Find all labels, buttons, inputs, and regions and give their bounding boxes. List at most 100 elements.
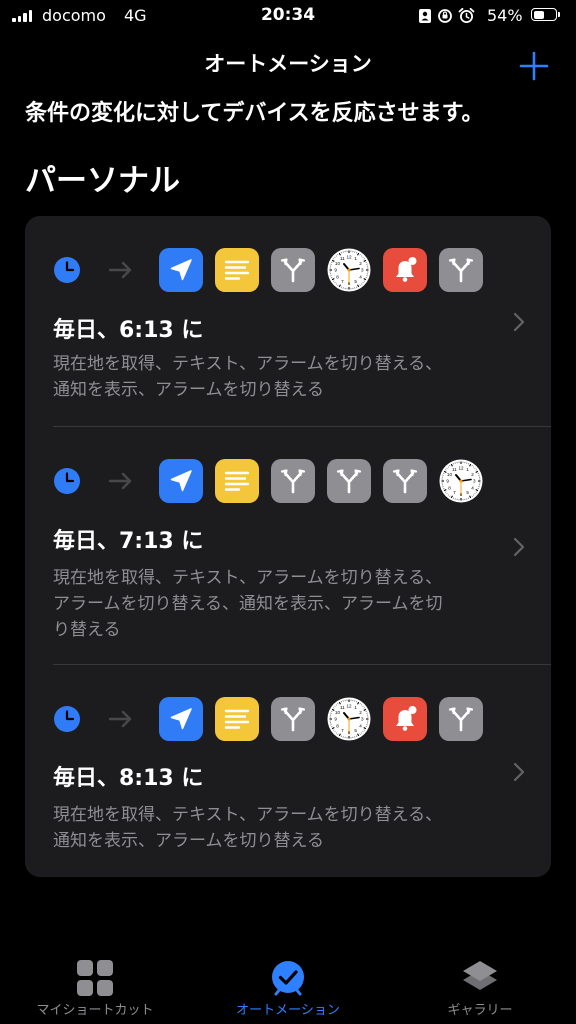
- svg-text:9: 9: [334, 717, 337, 722]
- automation-description: 現在地を取得、テキスト、アラームを切り替える、 通知を表示、アラームを切り替える: [53, 802, 493, 854]
- description-line: り替える: [53, 620, 121, 640]
- svg-text:3: 3: [361, 717, 364, 722]
- svg-text:12: 12: [458, 465, 464, 470]
- text-icon: [215, 697, 259, 741]
- alarm-clock-icon: 123456789101112: [327, 248, 371, 292]
- description-line: 現在地を取得、テキスト、アラームを切り替える、: [53, 805, 443, 825]
- branch-icon: [271, 248, 315, 292]
- text-icon: [215, 459, 259, 503]
- automation-row[interactable]: 123456789101112 毎日、7:13 に 現在地を取得、テキスト、アラ…: [25, 427, 551, 665]
- tab-gallery[interactable]: ギャラリー: [400, 944, 560, 1024]
- tab-my-shortcuts[interactable]: マイショートカット: [15, 944, 175, 1024]
- svg-text:9: 9: [334, 268, 337, 273]
- svg-text:12: 12: [346, 254, 352, 259]
- svg-text:11: 11: [340, 705, 345, 710]
- svg-text:12: 12: [346, 703, 352, 708]
- svg-text:7: 7: [341, 728, 344, 733]
- svg-text:7: 7: [453, 490, 456, 495]
- plus-icon: [519, 51, 549, 81]
- branch-icon: [271, 697, 315, 741]
- chevron-right-icon: [513, 312, 525, 332]
- svg-text:2: 2: [359, 710, 362, 715]
- svg-text:5: 5: [354, 728, 357, 733]
- chevron-right-icon: [513, 537, 525, 557]
- location-icon: [159, 459, 203, 503]
- automation-time: 毎日、6:13 に: [53, 318, 204, 343]
- description-line: 現在地を取得、テキスト、アラームを切り替える、: [53, 354, 443, 374]
- automation-description: 現在地を取得、テキスト、アラームを切り替える、 アラームを切り替える、通知を表示…: [53, 565, 493, 643]
- clock-icon: [53, 467, 81, 495]
- svg-text:8: 8: [448, 485, 451, 490]
- gallery-layers-icon: [463, 961, 497, 990]
- status-bar: docomo 4G 20:34 54%: [0, 0, 576, 34]
- description-line: 通知を表示、アラームを切り替える: [53, 380, 324, 400]
- notification-bell-icon: [383, 248, 427, 292]
- page-title: オートメーション: [204, 52, 372, 76]
- svg-text:11: 11: [340, 256, 345, 261]
- description-line: 通知を表示、アラームを切り替える: [53, 831, 324, 851]
- automation-time: 毎日、8:13 に: [53, 766, 204, 791]
- clock-icon: [53, 256, 81, 284]
- svg-text:8: 8: [336, 723, 339, 728]
- svg-text:5: 5: [466, 490, 469, 495]
- description-line: 現在地を取得、テキスト、アラームを切り替える、: [53, 568, 443, 588]
- svg-text:1: 1: [354, 705, 357, 710]
- tab-automation[interactable]: オートメーション: [208, 944, 368, 1024]
- tab-bar: マイショートカット オートメーション ギャラリー: [0, 944, 576, 1024]
- alarm-clock-icon: 123456789101112: [327, 697, 371, 741]
- tab-label: マイショートカット: [36, 1003, 154, 1018]
- svg-text:7: 7: [341, 279, 344, 284]
- svg-text:1: 1: [466, 467, 469, 472]
- automation-row[interactable]: 123456789101112 毎日、8:13 に 現在地を取得、テキスト、アラ…: [25, 665, 551, 877]
- rotation-lock-icon: [438, 8, 452, 23]
- arrow-right-icon: [108, 258, 134, 282]
- svg-text:5: 5: [354, 279, 357, 284]
- battery-percentage: 54%: [487, 6, 523, 25]
- svg-text:2: 2: [359, 261, 362, 266]
- svg-text:3: 3: [473, 479, 476, 484]
- arrow-right-icon: [108, 707, 134, 731]
- notification-bell-icon: [383, 697, 427, 741]
- portrait-lock-icon: [419, 8, 431, 23]
- branch-icon: [439, 248, 483, 292]
- location-icon: [159, 697, 203, 741]
- add-automation-button[interactable]: [516, 48, 552, 84]
- alarm-clock-icon: 123456789101112: [439, 459, 483, 503]
- automation-list: 123456789101112 毎日、6:13 に 現在地を取得、テキスト、アラ…: [25, 216, 551, 877]
- svg-text:4: 4: [359, 274, 362, 279]
- tab-label: オートメーション: [236, 1003, 340, 1018]
- alarm-icon: [458, 7, 475, 23]
- section-title: パーソナル: [25, 163, 180, 199]
- branch-icon: [271, 459, 315, 503]
- branch-icon: [327, 459, 371, 503]
- automation-time: 毎日、7:13 に: [53, 529, 204, 554]
- description-line: アラームを切り替える、通知を表示、アラームを切: [53, 594, 443, 614]
- svg-text:2: 2: [471, 472, 474, 477]
- clock-icon: [53, 705, 81, 733]
- svg-text:4: 4: [359, 723, 362, 728]
- svg-text:10: 10: [335, 261, 341, 266]
- svg-text:4: 4: [471, 485, 474, 490]
- text-icon: [215, 248, 259, 292]
- svg-text:11: 11: [452, 467, 457, 472]
- svg-text:9: 9: [446, 479, 449, 484]
- automation-row[interactable]: 123456789101112 毎日、6:13 に 現在地を取得、テキスト、アラ…: [25, 216, 551, 427]
- page-subtitle: 条件の変化に対してデバイスを反応させます。: [25, 101, 484, 126]
- arrow-right-icon: [108, 469, 134, 493]
- svg-text:3: 3: [361, 268, 364, 273]
- branch-icon: [383, 459, 427, 503]
- svg-text:10: 10: [447, 472, 453, 477]
- grid-icon: [77, 960, 113, 996]
- battery-icon: [531, 8, 560, 21]
- svg-text:8: 8: [336, 274, 339, 279]
- status-icons: [418, 7, 475, 24]
- branch-icon: [439, 697, 483, 741]
- svg-text:1: 1: [354, 256, 357, 261]
- battery-fill: [533, 10, 545, 19]
- svg-text:10: 10: [335, 710, 341, 715]
- tab-label: ギャラリー: [447, 1003, 513, 1018]
- chevron-right-icon: [513, 762, 525, 782]
- location-icon: [159, 248, 203, 292]
- automation-description: 現在地を取得、テキスト、アラームを切り替える、 通知を表示、アラームを切り替える: [53, 351, 493, 403]
- automation-check-icon: [272, 961, 304, 996]
